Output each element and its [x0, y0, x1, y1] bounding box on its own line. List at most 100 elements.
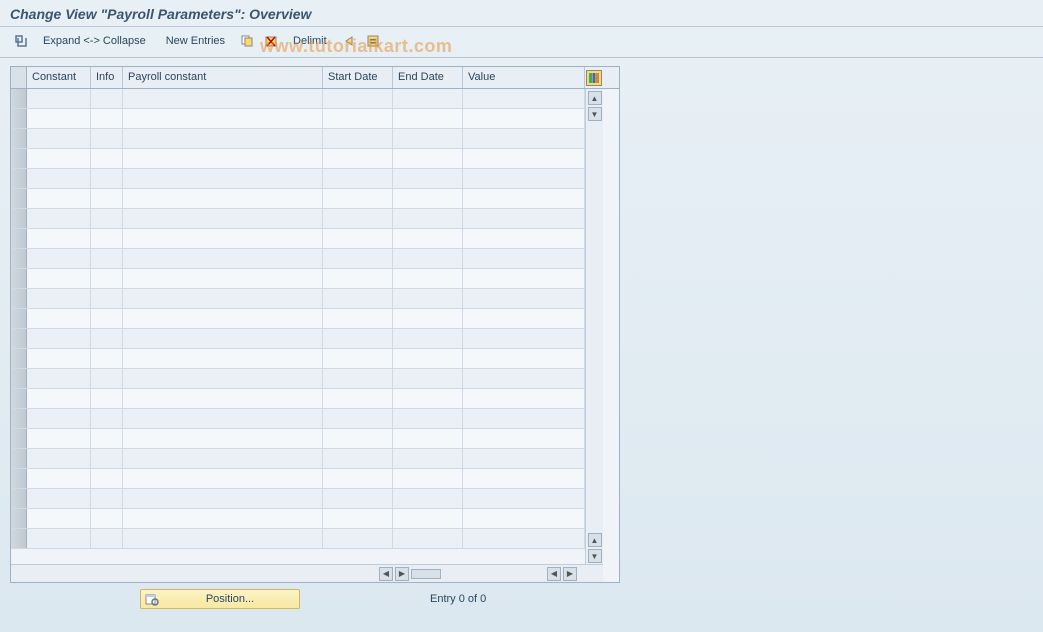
- cell-value[interactable]: [463, 329, 585, 348]
- scroll-right-icon[interactable]: ▶: [395, 567, 409, 581]
- col-constant[interactable]: Constant: [27, 67, 91, 88]
- table-row[interactable]: [11, 529, 585, 549]
- delete-icon[interactable]: [260, 31, 282, 51]
- table-row[interactable]: [11, 509, 585, 529]
- cell-info[interactable]: [91, 149, 123, 168]
- cell-end[interactable]: [393, 229, 463, 248]
- cell-value[interactable]: [463, 389, 585, 408]
- cell-info[interactable]: [91, 269, 123, 288]
- col-payroll-constant[interactable]: Payroll constant: [123, 67, 323, 88]
- table-row[interactable]: [11, 329, 585, 349]
- select-icon[interactable]: [362, 31, 384, 51]
- cell-start[interactable]: [323, 149, 393, 168]
- expand-collapse-button[interactable]: Expand <-> Collapse: [34, 31, 155, 51]
- cell-payroll[interactable]: [123, 129, 323, 148]
- cell-info[interactable]: [91, 109, 123, 128]
- cell-payroll[interactable]: [123, 389, 323, 408]
- col-start-date[interactable]: Start Date: [323, 67, 393, 88]
- cell-end[interactable]: [393, 349, 463, 368]
- cell-start[interactable]: [323, 389, 393, 408]
- row-selector[interactable]: [11, 349, 27, 368]
- cell-start[interactable]: [323, 129, 393, 148]
- vertical-scrollbar[interactable]: ▲ ▼ ▲ ▼: [585, 89, 603, 565]
- cell-info[interactable]: [91, 349, 123, 368]
- cell-start[interactable]: [323, 369, 393, 388]
- cell-value[interactable]: [463, 489, 585, 508]
- scroll-up2-icon[interactable]: ▲: [588, 533, 602, 547]
- cell-constant[interactable]: [27, 309, 91, 328]
- cell-constant[interactable]: [27, 289, 91, 308]
- col-end-date[interactable]: End Date: [393, 67, 463, 88]
- cell-info[interactable]: [91, 429, 123, 448]
- undo-icon[interactable]: [338, 31, 360, 51]
- table-row[interactable]: [11, 269, 585, 289]
- cell-payroll[interactable]: [123, 149, 323, 168]
- cell-start[interactable]: [323, 89, 393, 108]
- cell-info[interactable]: [91, 449, 123, 468]
- cell-constant[interactable]: [27, 449, 91, 468]
- cell-payroll[interactable]: [123, 289, 323, 308]
- cell-start[interactable]: [323, 109, 393, 128]
- table-row[interactable]: [11, 129, 585, 149]
- row-selector-header[interactable]: [11, 67, 27, 88]
- cell-value[interactable]: [463, 269, 585, 288]
- cell-info[interactable]: [91, 309, 123, 328]
- cell-payroll[interactable]: [123, 309, 323, 328]
- cell-end[interactable]: [393, 329, 463, 348]
- cell-constant[interactable]: [27, 129, 91, 148]
- cell-value[interactable]: [463, 289, 585, 308]
- cell-end[interactable]: [393, 449, 463, 468]
- cell-value[interactable]: [463, 529, 585, 548]
- table-row[interactable]: [11, 169, 585, 189]
- row-selector[interactable]: [11, 89, 27, 108]
- cell-start[interactable]: [323, 509, 393, 528]
- cell-start[interactable]: [323, 489, 393, 508]
- row-selector[interactable]: [11, 409, 27, 428]
- scroll-left2-icon[interactable]: ◀: [547, 567, 561, 581]
- cell-payroll[interactable]: [123, 489, 323, 508]
- cell-info[interactable]: [91, 229, 123, 248]
- cell-start[interactable]: [323, 289, 393, 308]
- cell-info[interactable]: [91, 249, 123, 268]
- table-row[interactable]: [11, 369, 585, 389]
- cell-constant[interactable]: [27, 89, 91, 108]
- row-selector[interactable]: [11, 249, 27, 268]
- cell-constant[interactable]: [27, 229, 91, 248]
- cell-start[interactable]: [323, 229, 393, 248]
- cell-constant[interactable]: [27, 349, 91, 368]
- row-selector[interactable]: [11, 209, 27, 228]
- delimit-button[interactable]: Delimit: [284, 31, 336, 51]
- table-row[interactable]: [11, 449, 585, 469]
- cell-payroll[interactable]: [123, 169, 323, 188]
- row-selector[interactable]: [11, 429, 27, 448]
- row-selector[interactable]: [11, 449, 27, 468]
- cell-constant[interactable]: [27, 489, 91, 508]
- cell-constant[interactable]: [27, 409, 91, 428]
- cell-info[interactable]: [91, 469, 123, 488]
- scroll-up-icon[interactable]: ▲: [588, 91, 602, 105]
- cell-end[interactable]: [393, 109, 463, 128]
- cell-value[interactable]: [463, 309, 585, 328]
- row-selector[interactable]: [11, 289, 27, 308]
- cell-constant[interactable]: [27, 469, 91, 488]
- cell-value[interactable]: [463, 469, 585, 488]
- cell-end[interactable]: [393, 489, 463, 508]
- cell-start[interactable]: [323, 409, 393, 428]
- cell-value[interactable]: [463, 149, 585, 168]
- cell-start[interactable]: [323, 469, 393, 488]
- cell-payroll[interactable]: [123, 469, 323, 488]
- cell-end[interactable]: [393, 269, 463, 288]
- cell-start[interactable]: [323, 249, 393, 268]
- cell-payroll[interactable]: [123, 209, 323, 228]
- row-selector[interactable]: [11, 149, 27, 168]
- table-row[interactable]: [11, 429, 585, 449]
- cell-info[interactable]: [91, 89, 123, 108]
- row-selector[interactable]: [11, 309, 27, 328]
- cell-payroll[interactable]: [123, 529, 323, 548]
- cell-constant[interactable]: [27, 509, 91, 528]
- cell-end[interactable]: [393, 249, 463, 268]
- cell-constant[interactable]: [27, 189, 91, 208]
- table-row[interactable]: [11, 489, 585, 509]
- cell-constant[interactable]: [27, 269, 91, 288]
- cell-info[interactable]: [91, 509, 123, 528]
